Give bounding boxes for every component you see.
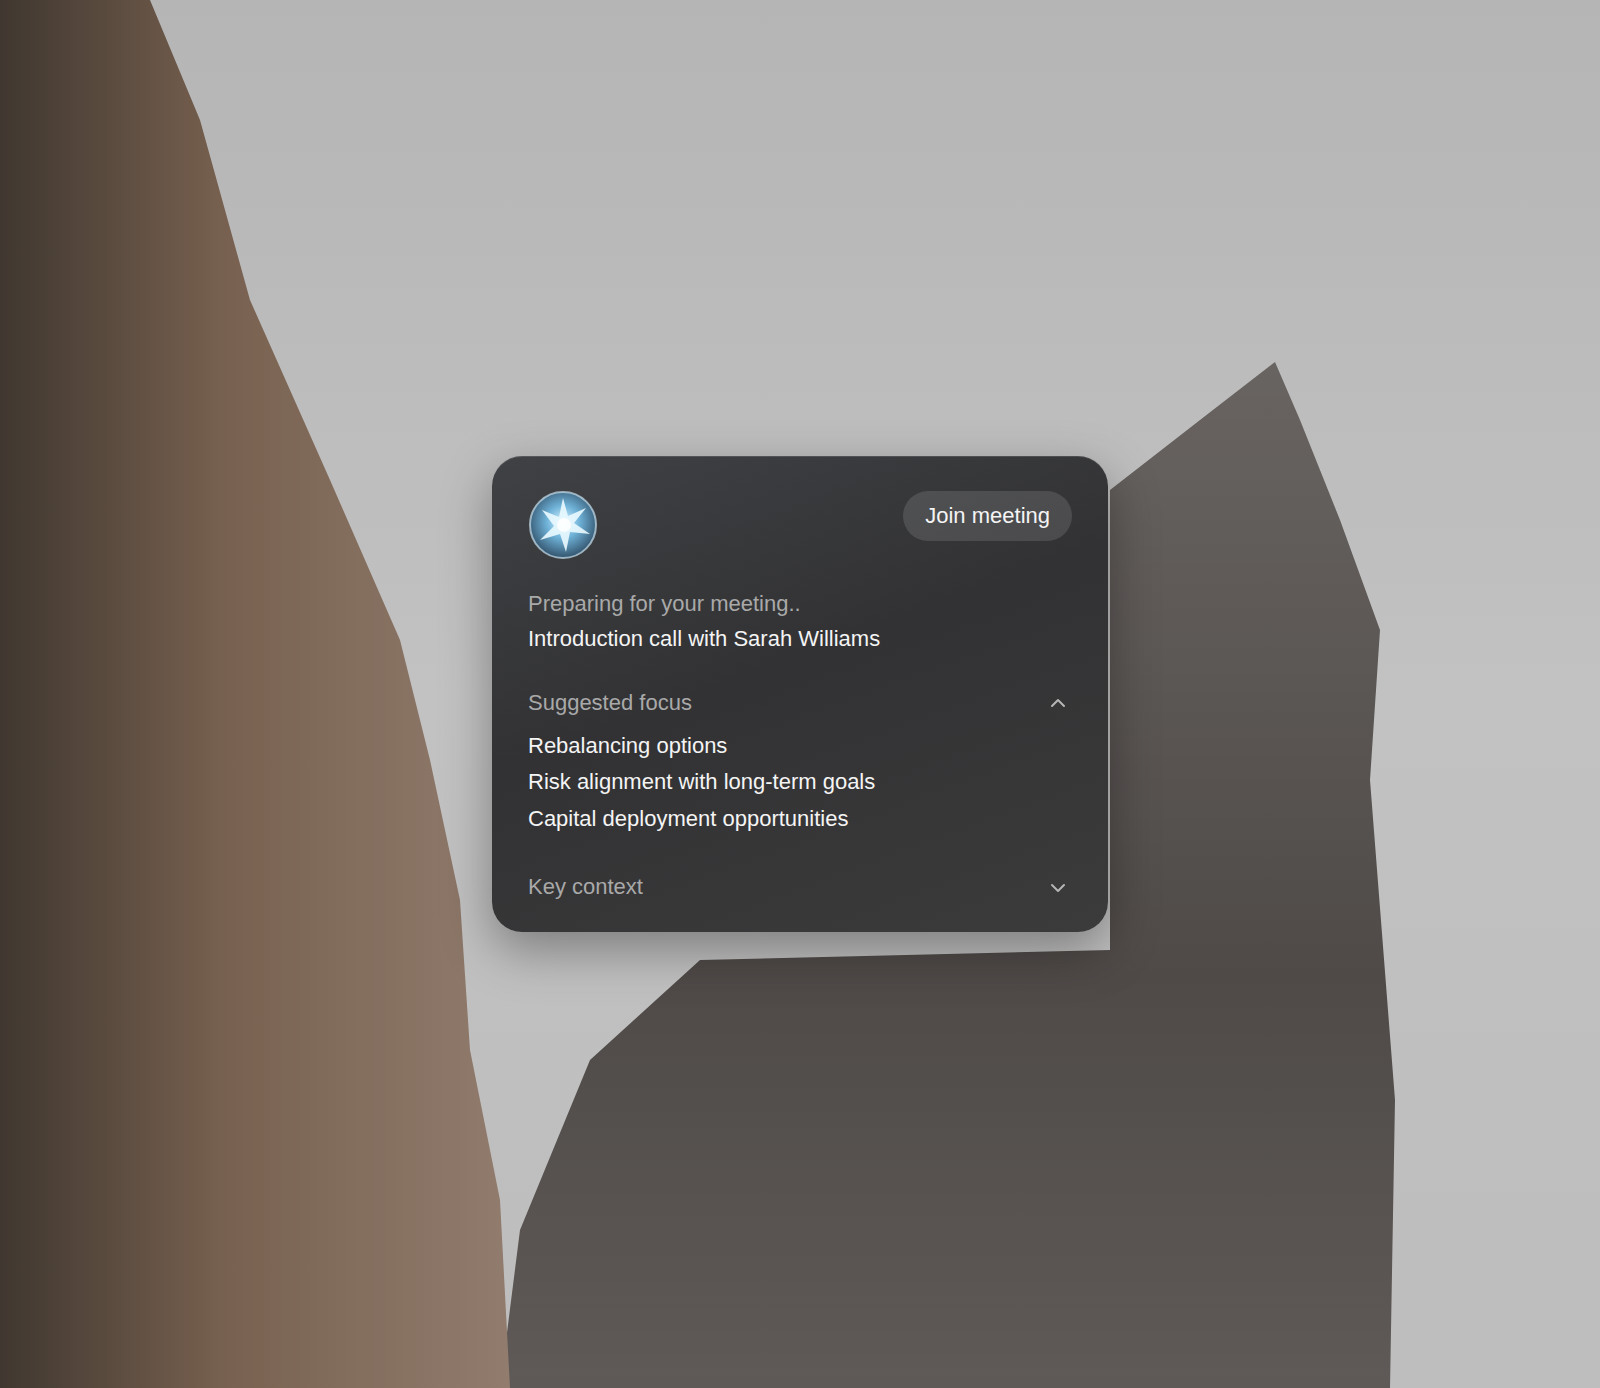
section-header[interactable]: Key context [528, 873, 1072, 902]
focus-item: Capital deployment opportunities [528, 805, 1072, 834]
section-title: Key context [528, 873, 643, 902]
status-text: Preparing for your meeting.. [528, 590, 1072, 619]
desktop: Join meeting Preparing for your meeting..… [0, 0, 1600, 1388]
section: Suggested focus Rebalancing options Risk a… [528, 689, 1072, 833]
section-header[interactable]: Suggested focus [528, 689, 1072, 718]
card-header: Join meeting [528, 490, 1072, 560]
focus-item: Risk alignment with long-term goals [528, 768, 1072, 797]
section-title: Suggested focus [528, 689, 692, 718]
focus-list: Rebalancing options Risk alignment with l… [528, 732, 1072, 834]
meeting-title: Introduction call with Sarah Williams [528, 625, 1072, 654]
assistant-orb-icon [528, 490, 598, 560]
meeting-card: Join meeting Preparing for your meeting..… [492, 456, 1108, 932]
section: Key context [528, 873, 1072, 902]
join-meeting-button[interactable]: Join meeting [903, 491, 1072, 541]
chevron-down-icon[interactable] [1048, 878, 1068, 898]
focus-item: Rebalancing options [528, 732, 1072, 761]
chevron-up-icon[interactable] [1048, 693, 1068, 713]
